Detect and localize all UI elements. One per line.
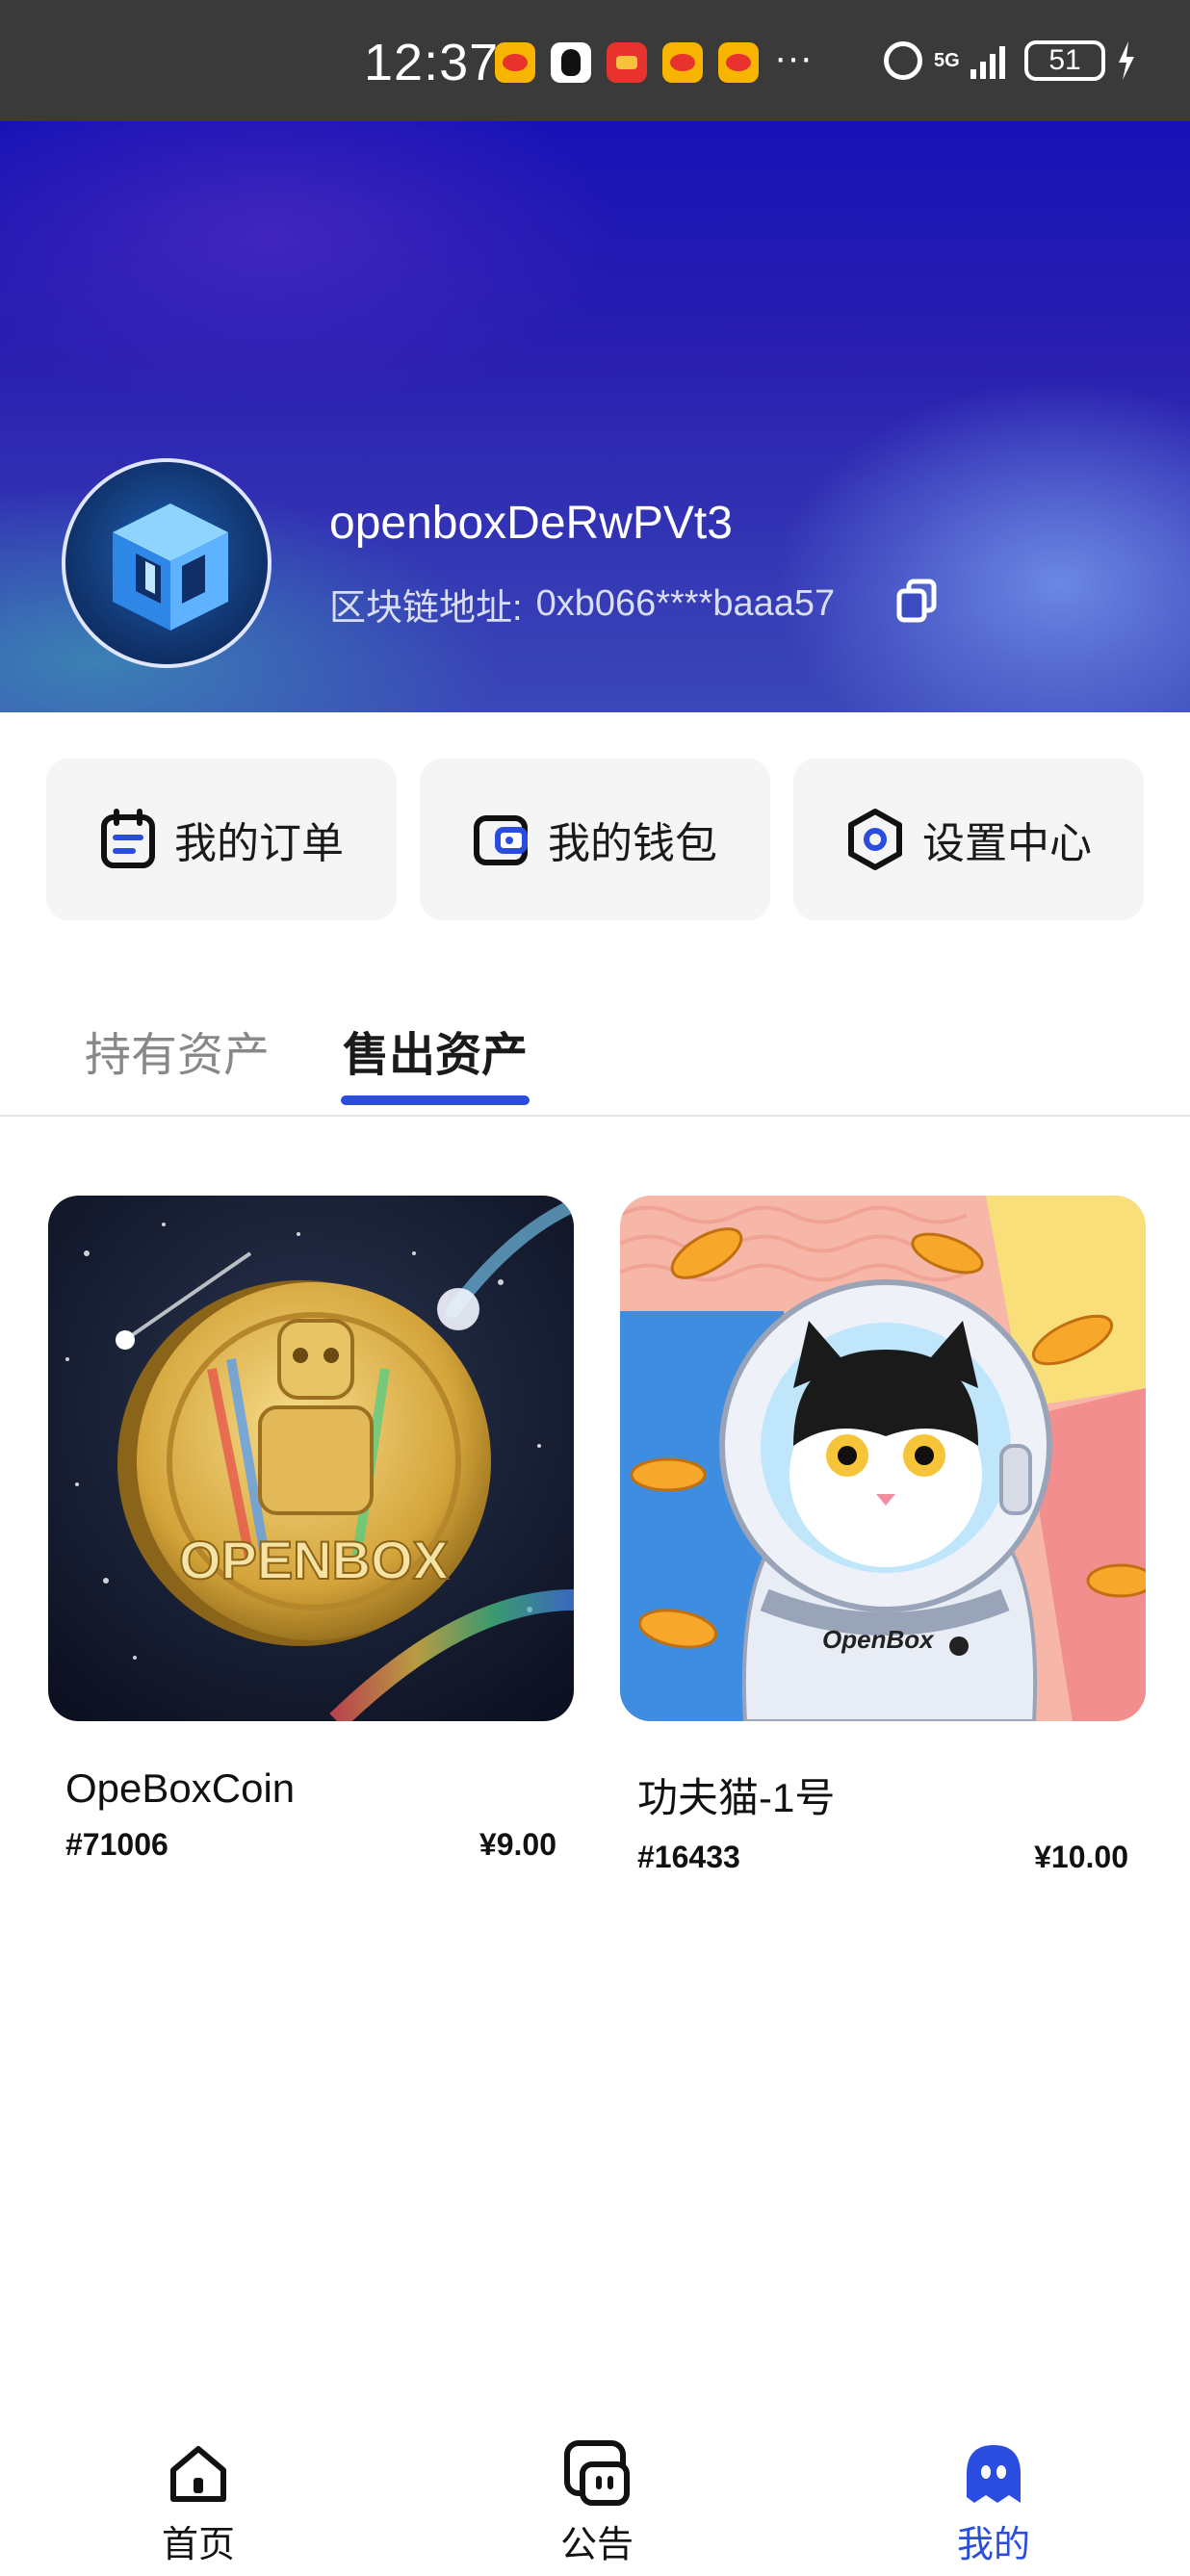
- asset-card[interactable]: OpenBox 功夫猫-1号 #16433 ¥10.00: [620, 1196, 1146, 1875]
- asset-id: #71006: [65, 1827, 168, 1862]
- signal-icon: [970, 42, 1005, 79]
- settings-center-button[interactable]: 设置中心: [793, 759, 1144, 920]
- status-bar: 12:37 ··· 5G 51: [0, 0, 1190, 121]
- settings-center-label: 设置中心: [922, 820, 1092, 867]
- coin-text: OPENBOX: [179, 1530, 449, 1590]
- quick-actions: 我的订单 我的钱包 设置中心: [46, 759, 1144, 920]
- bottom-navigation: 首页 公告 我的: [0, 2426, 1190, 2576]
- weibo-icon: [662, 42, 703, 83]
- address-label: 区块链地址:: [329, 588, 523, 629]
- asset-meta: #71006 ¥9.00: [48, 1827, 574, 1863]
- my-wallet-label: 我的钱包: [548, 820, 717, 867]
- asset-tabs: 持有资产 售出资产: [0, 982, 1190, 1117]
- asset-image-cat: OpenBox: [620, 1196, 1146, 1721]
- asset-name: OpeBoxCoin: [65, 1765, 296, 1811]
- avatar[interactable]: [62, 458, 272, 668]
- helmet-text: OpenBox: [822, 1625, 935, 1654]
- profile-header: openboxDeRwPVt3 区块链地址: 0xb066****baaa57: [0, 121, 1190, 712]
- nav-home-label: 首页: [161, 2525, 235, 2565]
- weibo-icon: [718, 42, 759, 83]
- notification-icons: [495, 42, 759, 83]
- settings-icon: [848, 809, 902, 870]
- weibo-icon: [495, 42, 535, 83]
- my-orders-label: 我的订单: [174, 820, 344, 867]
- asset-price: ¥10.00: [1034, 1840, 1128, 1874]
- home-icon: [170, 2446, 226, 2502]
- wallet-icon: [474, 815, 528, 865]
- asset-meta: #16433 ¥10.00: [620, 1840, 1146, 1875]
- tab-sold-assets[interactable]: 售出资产: [343, 1017, 528, 1084]
- alarm-icon: [884, 41, 922, 80]
- profile-icon: [967, 2445, 1021, 2503]
- nav-notice[interactable]: 公告: [520, 2439, 674, 2567]
- box-logo-icon: [113, 503, 228, 631]
- address-value: 0xb066****baaa57: [535, 583, 836, 624]
- blockchain-address: 区块链地址: 0xb066****baaa57: [329, 578, 835, 631]
- red-envelope-icon: [607, 42, 647, 83]
- username: openboxDeRwPVt3: [329, 498, 733, 549]
- status-time: 12:37: [364, 34, 500, 91]
- notice-icon: [564, 2440, 630, 2506]
- network-type: 5G: [934, 50, 960, 71]
- system-indicators: 5G 51: [884, 40, 1136, 81]
- my-wallet-button[interactable]: 我的钱包: [420, 759, 770, 920]
- active-tab-indicator: [341, 1095, 530, 1105]
- asset-price: ¥9.00: [479, 1827, 556, 1862]
- nav-home[interactable]: 首页: [121, 2439, 275, 2567]
- copy-icon[interactable]: [895, 578, 938, 624]
- asset-card[interactable]: OPENBOX OpeBoxCoin #71006 ¥9.00: [48, 1196, 574, 1863]
- charging-icon: [1119, 41, 1134, 80]
- tab-held-assets[interactable]: 持有资产: [85, 1017, 270, 1084]
- asset-name: 功夫猫-1号: [637, 1775, 836, 1820]
- nav-notice-label: 公告: [559, 2525, 634, 2565]
- my-orders-button[interactable]: 我的订单: [46, 759, 397, 920]
- nav-me[interactable]: 我的: [917, 2439, 1071, 2567]
- asset-id: #16433: [637, 1840, 740, 1874]
- battery-level: 51: [1024, 40, 1105, 81]
- asset-image-coin: OPENBOX: [48, 1196, 574, 1721]
- nav-me-label: 我的: [956, 2525, 1030, 2565]
- order-icon: [101, 809, 155, 868]
- qq-icon: [551, 42, 591, 83]
- overflow-indicator: ···: [774, 37, 813, 79]
